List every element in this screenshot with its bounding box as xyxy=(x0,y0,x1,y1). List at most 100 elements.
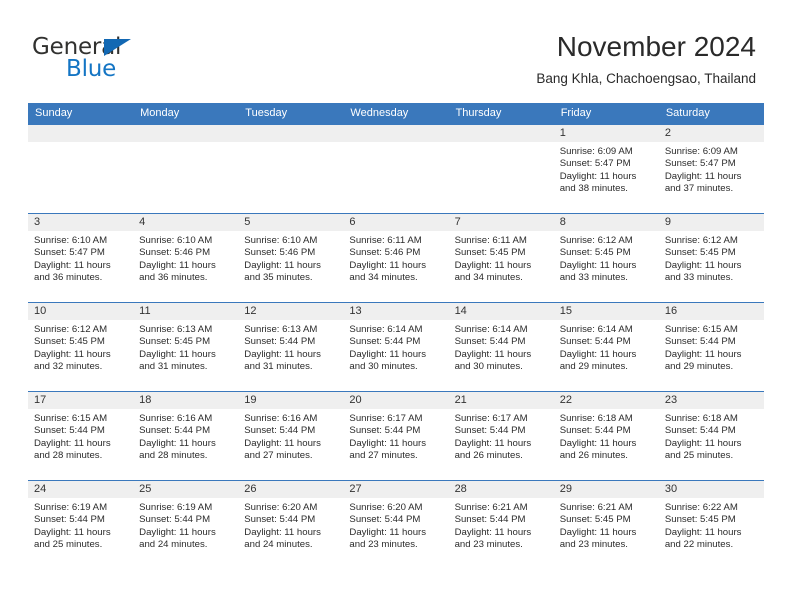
day-detail-line: Daylight: 11 hours xyxy=(244,526,321,538)
day-detail-line: and 29 minutes. xyxy=(559,360,628,372)
calendar-day-cell[interactable]: 11 Sunrise: 6:13 AM Sunset: 5:45 PM Dayligh… xyxy=(133,302,239,392)
day-details: Sunrise: 6:20 AM Sunset: 5:44 PM Daylight:… xyxy=(238,498,343,551)
day-details: Sunrise: 6:19 AM Sunset: 5:44 PM Daylight:… xyxy=(28,498,133,551)
day-number: 7 xyxy=(448,214,554,231)
calendar-day-cell[interactable]: 16 Sunrise: 6:15 AM Sunset: 5:44 PM Dayligh… xyxy=(658,302,764,392)
day-detail-line: Sunrise: 6:16 AM xyxy=(244,413,318,424)
day-detail-line: Daylight: 11 hours xyxy=(349,437,427,449)
calendar-day-cell[interactable]: 6 Sunrise: 6:11 AM Sunset: 5:46 PM Daylight… xyxy=(343,213,449,303)
day-detail-line: Sunrise: 6:19 AM xyxy=(139,502,213,513)
calendar-day-cell[interactable]: 12 Sunrise: 6:13 AM Sunset: 5:44 PM Dayligh… xyxy=(238,302,344,392)
day-number xyxy=(448,125,554,142)
day-number: 11 xyxy=(133,303,239,320)
day-details: Sunrise: 6:10 AM Sunset: 5:46 PM Daylight:… xyxy=(133,231,238,284)
day-detail-line: Sunrise: 6:21 AM xyxy=(559,502,633,513)
day-number: 9 xyxy=(658,214,764,231)
calendar-day-cell[interactable]: 5 Sunrise: 6:10 AM Sunset: 5:46 PM Daylight… xyxy=(238,213,344,303)
calendar-day-cell-empty xyxy=(238,124,344,214)
day-details: Sunrise: 6:15 AM Sunset: 5:44 PM Daylight:… xyxy=(28,409,133,462)
page-title: November 2024 xyxy=(556,31,756,62)
calendar-day-cell[interactable]: 8 Sunrise: 6:12 AM Sunset: 5:45 PM Daylight… xyxy=(553,213,659,303)
day-number: 20 xyxy=(343,392,449,409)
day-detail-line: Daylight: 11 hours xyxy=(559,170,637,182)
day-detail-line: Daylight: 11 hours xyxy=(349,348,427,360)
day-details: Sunrise: 6:16 AM Sunset: 5:44 PM Daylight:… xyxy=(133,409,238,462)
day-detail-line: Sunrise: 6:13 AM xyxy=(244,324,318,335)
calendar-day-cell[interactable]: 13 Sunrise: 6:14 AM Sunset: 5:44 PM Dayligh… xyxy=(343,302,449,392)
day-detail-line: and 24 minutes. xyxy=(139,538,208,550)
weekday-header-wednesday: Wednesday xyxy=(343,103,449,125)
day-detail-line: Daylight: 11 hours xyxy=(559,437,637,449)
calendar-day-cell[interactable]: 23 Sunrise: 6:18 AM Sunset: 5:44 PM Dayligh… xyxy=(658,391,764,481)
calendar-day-cell[interactable]: 22 Sunrise: 6:18 AM Sunset: 5:44 PM Dayligh… xyxy=(553,391,659,481)
day-detail-line: Daylight: 11 hours xyxy=(349,259,427,271)
day-detail-line: and 29 minutes. xyxy=(664,360,734,372)
calendar-day-cell[interactable]: 20 Sunrise: 6:17 AM Sunset: 5:44 PM Dayligh… xyxy=(343,391,449,481)
calendar-day-cell[interactable]: 7 Sunrise: 6:11 AM Sunset: 5:45 PM Daylight… xyxy=(448,213,554,303)
day-number: 13 xyxy=(343,303,449,320)
calendar-day-cell[interactable]: 30 Sunrise: 6:22 AM Sunset: 5:45 PM Dayligh… xyxy=(658,480,764,570)
calendar-day-cell[interactable]: 15 Sunrise: 6:14 AM Sunset: 5:44 PM Dayligh… xyxy=(553,302,659,392)
calendar-day-cell[interactable]: 2 Sunrise: 6:09 AM Sunset: 5:47 PM Daylight… xyxy=(658,124,764,214)
day-detail-line: Sunrise: 6:22 AM xyxy=(664,502,738,513)
calendar-day-cell-empty xyxy=(28,124,134,214)
day-number: 18 xyxy=(133,392,239,409)
day-detail-line: and 34 minutes. xyxy=(349,271,418,283)
calendar-day-cell[interactable]: 26 Sunrise: 6:20 AM Sunset: 5:44 PM Dayligh… xyxy=(238,480,344,570)
day-number: 27 xyxy=(343,481,449,498)
calendar-day-cell[interactable]: 1 Sunrise: 6:09 AM Sunset: 5:47 PM Daylight… xyxy=(553,124,659,214)
day-number: 17 xyxy=(28,392,134,409)
calendar-day-cell[interactable]: 4 Sunrise: 6:10 AM Sunset: 5:46 PM Daylight… xyxy=(133,213,239,303)
general-blue-logo[interactable]: General Blue xyxy=(32,34,152,82)
day-detail-line: Daylight: 11 hours xyxy=(349,526,427,538)
day-detail-line: and 28 minutes. xyxy=(139,449,208,461)
day-detail-line: and 34 minutes. xyxy=(454,271,523,283)
calendar-day-cell[interactable]: 25 Sunrise: 6:19 AM Sunset: 5:44 PM Dayligh… xyxy=(133,480,239,570)
weekday-header-tuesday: Tuesday xyxy=(238,103,344,125)
day-detail-line: Sunrise: 6:17 AM xyxy=(349,413,423,424)
weekday-header: Sunday Monday Tuesday Wednesday Thursday Frid… xyxy=(28,103,764,125)
calendar-day-cell[interactable]: 24 Sunrise: 6:19 AM Sunset: 5:44 PM Dayligh… xyxy=(28,480,134,570)
day-detail-line: Daylight: 11 hours xyxy=(139,526,216,538)
calendar-day-cell[interactable]: 3 Sunrise: 6:10 AM Sunset: 5:47 PM Daylight… xyxy=(28,213,134,303)
day-details xyxy=(238,142,343,146)
day-detail-line: Sunrise: 6:11 AM xyxy=(349,235,422,246)
day-details: Sunrise: 6:12 AM Sunset: 5:45 PM Daylight:… xyxy=(659,231,764,284)
day-number: 4 xyxy=(133,214,239,231)
day-detail-line: Daylight: 11 hours xyxy=(664,259,742,271)
calendar-day-cell[interactable]: 14 Sunrise: 6:14 AM Sunset: 5:44 PM Dayligh… xyxy=(448,302,554,392)
day-detail-line: and 26 minutes. xyxy=(559,449,628,461)
day-detail-line: Daylight: 11 hours xyxy=(664,348,742,360)
day-detail-line: Daylight: 11 hours xyxy=(664,170,742,182)
day-details: Sunrise: 6:10 AM Sunset: 5:46 PM Daylight:… xyxy=(238,231,343,284)
weekday-header-friday: Friday xyxy=(553,103,659,125)
calendar-day-cell-empty xyxy=(343,124,449,214)
calendar-page: General Blue November 2024 Bang Khla, Ch… xyxy=(0,0,792,612)
calendar-day-cell[interactable]: 29 Sunrise: 6:21 AM Sunset: 5:45 PM Dayligh… xyxy=(553,480,659,570)
day-detail-line: Sunset: 5:46 PM xyxy=(139,247,211,259)
day-detail-line: and 23 minutes. xyxy=(349,538,418,550)
day-details: Sunrise: 6:15 AM Sunset: 5:44 PM Daylight:… xyxy=(659,320,764,373)
day-number: 28 xyxy=(448,481,554,498)
calendar-day-cell[interactable]: 28 Sunrise: 6:21 AM Sunset: 5:44 PM Dayligh… xyxy=(448,480,554,570)
calendar-day-cell[interactable]: 18 Sunrise: 6:16 AM Sunset: 5:44 PM Dayligh… xyxy=(133,391,239,481)
calendar-body: 1 Sunrise: 6:09 AM Sunset: 5:47 PM Daylight… xyxy=(28,124,764,570)
calendar-day-cell[interactable]: 21 Sunrise: 6:17 AM Sunset: 5:44 PM Dayligh… xyxy=(448,391,554,481)
calendar-day-cell[interactable]: 10 Sunrise: 6:12 AM Sunset: 5:45 PM Dayligh… xyxy=(28,302,134,392)
logo-text-blue: Blue xyxy=(66,56,117,82)
day-details: Sunrise: 6:09 AM Sunset: 5:47 PM Daylight:… xyxy=(659,142,764,195)
weekday-header-monday: Monday xyxy=(133,103,239,125)
day-details xyxy=(28,142,133,146)
calendar-day-cell[interactable]: 9 Sunrise: 6:12 AM Sunset: 5:45 PM Daylight… xyxy=(658,213,764,303)
calendar-day-cell[interactable]: 17 Sunrise: 6:15 AM Sunset: 5:44 PM Dayligh… xyxy=(28,391,134,481)
day-detail-line: and 37 minutes. xyxy=(664,182,734,194)
day-number xyxy=(28,125,134,142)
day-detail-line: Sunrise: 6:16 AM xyxy=(139,413,213,424)
day-detail-line: and 31 minutes. xyxy=(139,360,208,372)
day-detail-line: Daylight: 11 hours xyxy=(559,259,637,271)
calendar-day-cell[interactable]: 27 Sunrise: 6:20 AM Sunset: 5:44 PM Dayligh… xyxy=(343,480,449,570)
day-details: Sunrise: 6:22 AM Sunset: 5:45 PM Daylight:… xyxy=(659,498,764,551)
day-detail-line: Sunrise: 6:12 AM xyxy=(34,324,108,335)
day-detail-line: Sunrise: 6:09 AM xyxy=(664,146,738,157)
calendar-day-cell[interactable]: 19 Sunrise: 6:16 AM Sunset: 5:44 PM Dayligh… xyxy=(238,391,344,481)
